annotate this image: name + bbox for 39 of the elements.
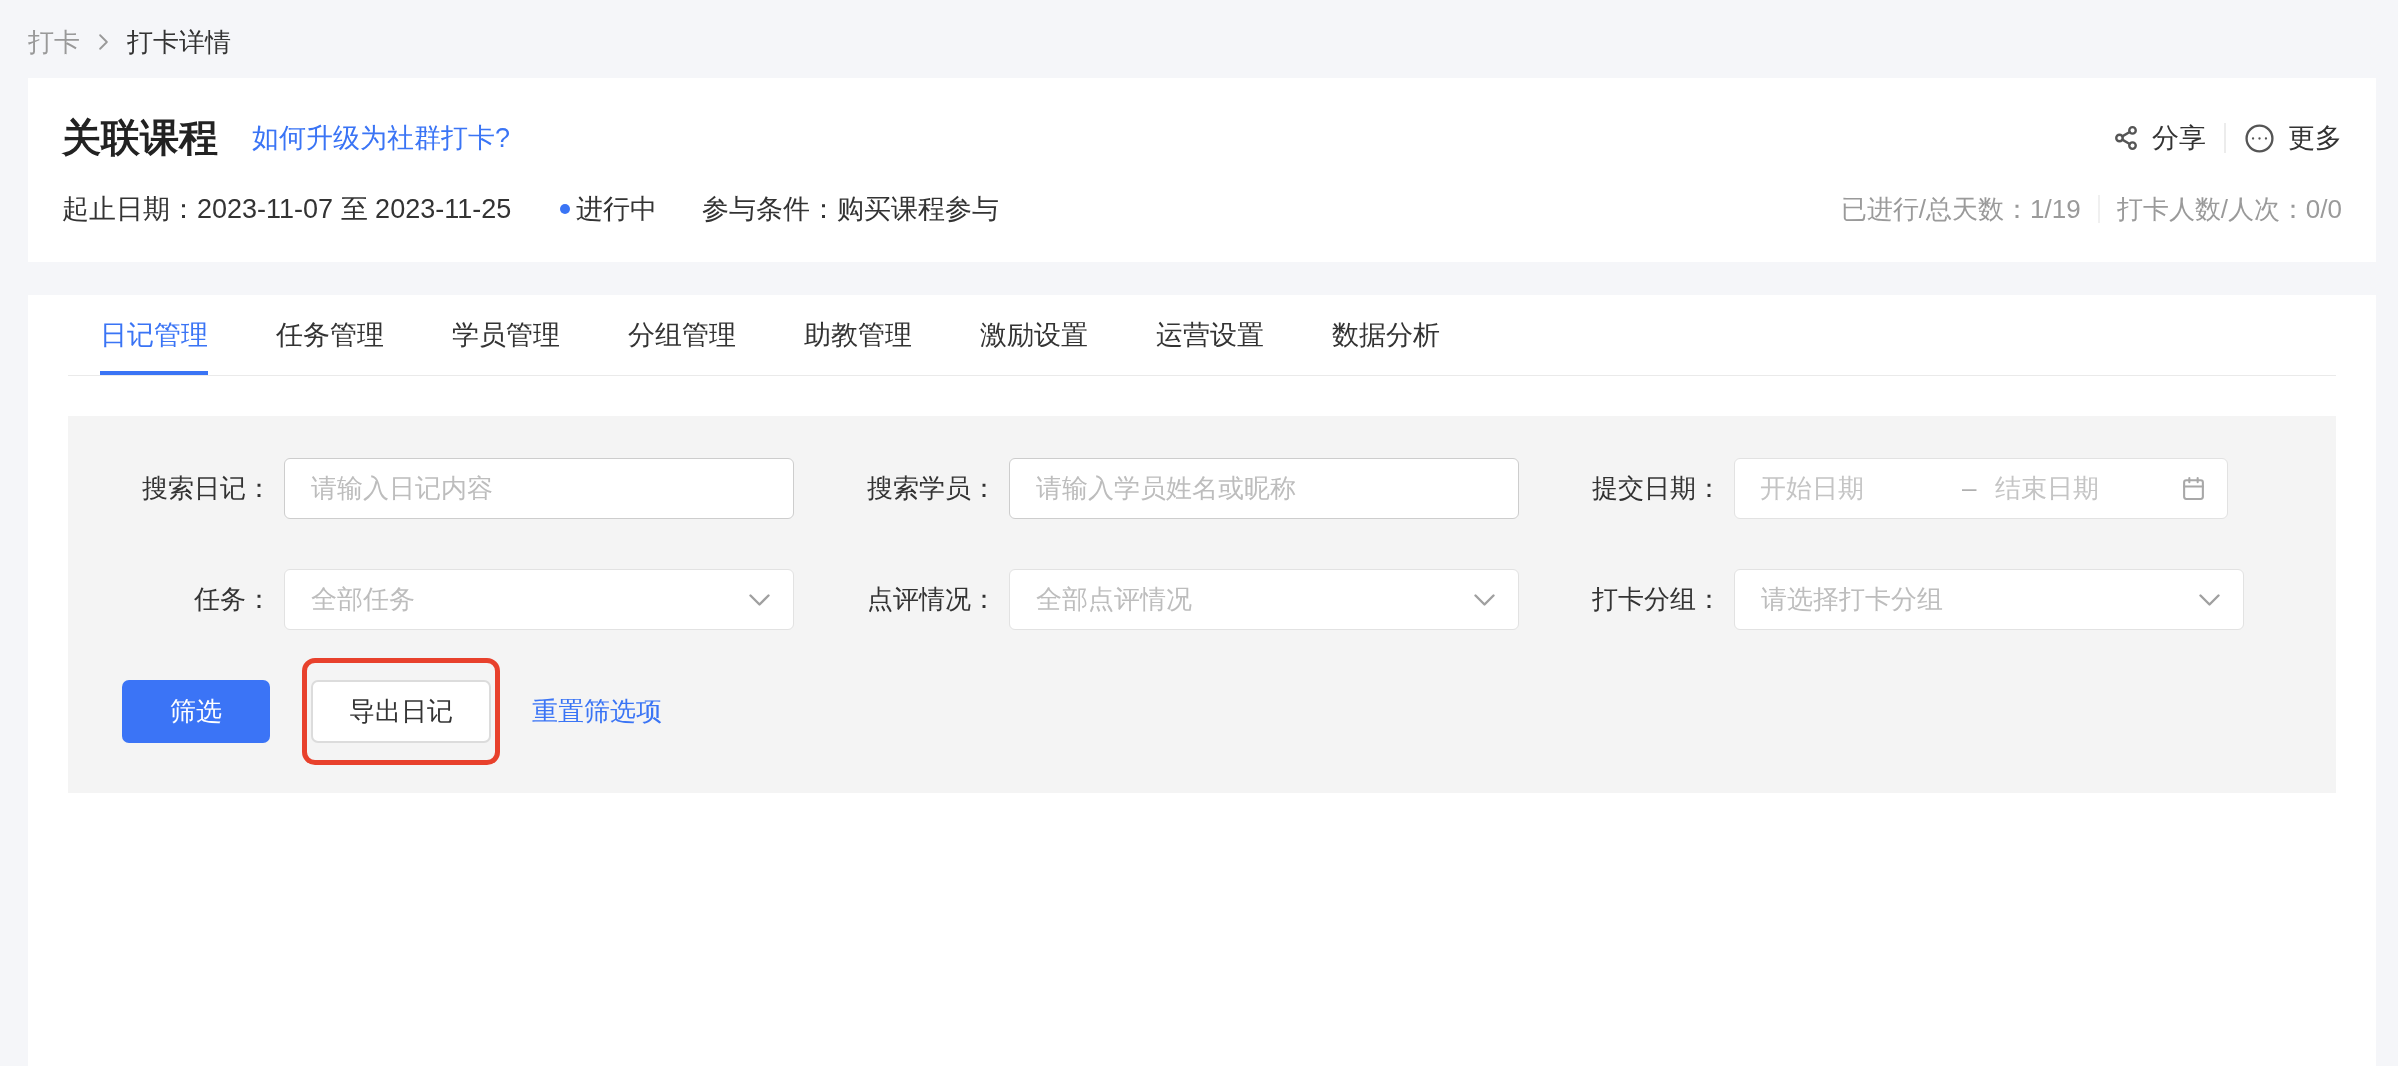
breadcrumb-current: 打卡详情 (127, 25, 231, 59)
ellipsis-icon (2244, 122, 2275, 154)
field-label: 任务： (194, 583, 272, 616)
tab[interactable]: 激励设置 (980, 295, 1088, 375)
field-label: 打卡分组： (1592, 583, 1722, 616)
chevron-down-icon (749, 593, 770, 606)
end-date-input[interactable]: 结束日期 (1995, 469, 2166, 508)
search-field[interactable]: 请输入学员姓名或昵称 (1009, 458, 1519, 519)
calendar-icon[interactable] (2181, 476, 2206, 501)
start-date-input[interactable]: 开始日期 (1760, 469, 1940, 508)
date-range-text: 起止日期：2023-11-07 至 2023-11-25 (62, 192, 512, 226)
tab[interactable]: 日记管理 (100, 295, 208, 375)
chevron-down-icon (2199, 593, 2220, 606)
stat-text: 打卡人数/人次：0/0 (2116, 192, 2342, 226)
export-button[interactable]: 导出日记 (311, 680, 491, 743)
tab[interactable]: 任务管理 (276, 295, 384, 375)
tab[interactable]: 分组管理 (628, 295, 736, 375)
reset-link[interactable]: 重置筛选项 (532, 692, 662, 731)
status-label: 进行中 (576, 192, 658, 226)
chevron-down-icon (1474, 593, 1495, 606)
chevron-right-icon (99, 34, 108, 50)
filter-button[interactable]: 筛选 (122, 680, 270, 743)
tab[interactable]: 运营设置 (1156, 295, 1264, 375)
field-label: 搜索学员： (867, 472, 997, 505)
condition-text: 参与条件：购买课程参与 (702, 192, 1000, 226)
field-label: 提交日期： (1592, 472, 1722, 505)
field-label: 搜索日记： (142, 472, 272, 505)
tab[interactable]: 学员管理 (452, 295, 560, 375)
stat-text: 已进行/总天数：1/19 (1840, 192, 2081, 226)
share-icon (2113, 125, 2139, 151)
tab[interactable]: 数据分析 (1332, 295, 1440, 375)
range-separator: – (1962, 472, 1977, 505)
more-button[interactable]: 更多 (2244, 120, 2342, 156)
tab[interactable]: 助教管理 (804, 295, 912, 375)
field-label: 点评情况： (867, 583, 997, 616)
help-link[interactable]: 如何升级为社群打卡? (252, 117, 511, 159)
share-button[interactable]: 分享 (2113, 120, 2206, 156)
search-field[interactable]: 请输入日记内容 (284, 458, 794, 519)
page-title: 关联课程 (62, 116, 218, 160)
